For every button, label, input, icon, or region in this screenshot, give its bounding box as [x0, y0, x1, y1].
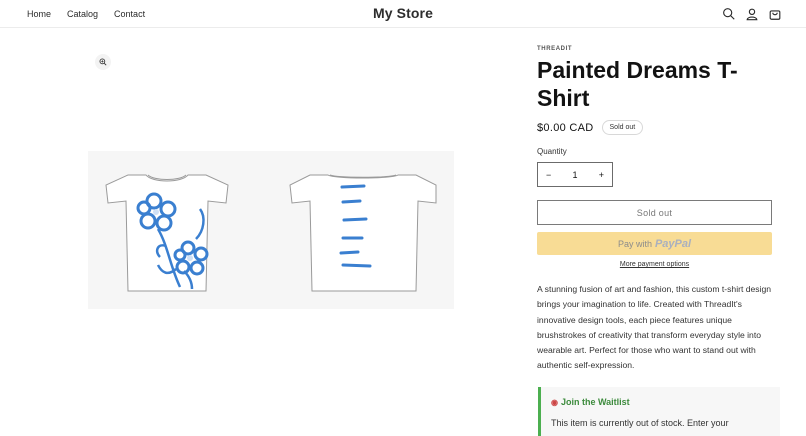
- product-description: A stunning fusion of art and fashion, th…: [537, 284, 772, 371]
- waitlist-box: ◉ Join the Waitlist This item is current…: [538, 387, 780, 436]
- zoom-button[interactable]: [95, 54, 111, 70]
- quantity-input[interactable]: 1: [572, 170, 577, 180]
- sold-out-button[interactable]: Sold out: [537, 200, 772, 225]
- product-title: Painted Dreams T-Shirt: [537, 57, 738, 111]
- header-icons: [722, 7, 782, 21]
- quantity-stepper: − 1 +: [537, 162, 613, 187]
- tshirt-back-image: [289, 174, 437, 292]
- product-info: THREADIT Painted Dreams T-Shirt $0.00 CA…: [537, 46, 777, 374]
- target-icon: ◉: [551, 397, 558, 407]
- product-image[interactable]: [88, 151, 454, 309]
- account-icon[interactable]: [745, 7, 759, 21]
- sold-out-badge: Sold out: [601, 120, 644, 135]
- quantity-increase-button[interactable]: +: [599, 170, 604, 180]
- waitlist-title-text: Join the Waitlist: [560, 397, 630, 407]
- waitlist-text: This item is currently out of stock. Ent…: [551, 418, 729, 428]
- paypal-logo: PayPal: [654, 237, 692, 250]
- search-icon[interactable]: [722, 7, 736, 21]
- cart-icon[interactable]: [768, 7, 782, 21]
- zoom-icon: [99, 58, 107, 66]
- paypal-prefix: Pay with: [617, 238, 652, 249]
- price-row: $0.00 CAD Sold out: [537, 120, 777, 135]
- quantity-label: Quantity: [537, 147, 567, 156]
- waitlist-title: ◉ Join the Waitlist: [551, 397, 780, 407]
- more-payment-options-link[interactable]: More payment options: [537, 261, 772, 268]
- store-logo-text[interactable]: My Store: [0, 5, 806, 21]
- quantity-decrease-button[interactable]: −: [546, 170, 551, 180]
- paypal-button[interactable]: Pay with PayPal: [537, 232, 772, 255]
- site-header: Home Catalog Contact My Store: [0, 0, 806, 28]
- product-vendor: THREADIT: [537, 46, 573, 52]
- product-price: $0.00 CAD: [537, 121, 594, 134]
